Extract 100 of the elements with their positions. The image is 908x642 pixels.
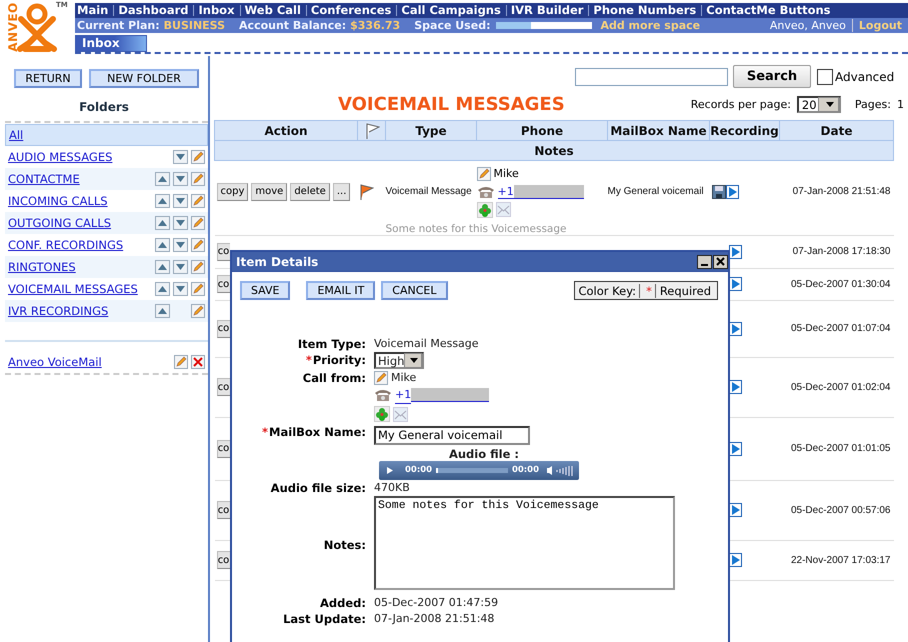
folder-link[interactable]: CONF. RECORDINGS — [8, 238, 124, 252]
email-button[interactable]: EMAIL IT — [306, 281, 376, 300]
search-field[interactable] — [575, 68, 728, 86]
column-header[interactable]: Recording — [710, 120, 780, 140]
folder-item[interactable]: RINGTONES — [5, 256, 208, 278]
column-header[interactable]: MailBox Name — [608, 120, 710, 140]
edit-icon[interactable] — [191, 282, 205, 296]
move-up-icon[interactable] — [155, 304, 170, 318]
play-icon[interactable] — [728, 322, 742, 336]
edit-icon[interactable] — [174, 355, 188, 369]
search-button[interactable]: Search — [733, 65, 811, 88]
nav-link[interactable]: Main — [75, 5, 114, 16]
nav-link[interactable]: IVR Builder — [506, 5, 588, 16]
row-action-button[interactable]: copy — [216, 182, 248, 201]
edit-icon[interactable] — [191, 194, 205, 208]
clover-icon[interactable] — [374, 406, 390, 422]
folder-item[interactable]: CONF. RECORDINGS — [5, 234, 208, 256]
folder-item[interactable]: VOICEMAIL MESSAGES — [5, 278, 208, 300]
edit-icon[interactable] — [191, 304, 205, 318]
priority-select[interactable]: High — [374, 352, 424, 369]
edit-icon[interactable] — [476, 166, 490, 181]
folder-item[interactable]: OUTGOING CALLS — [5, 212, 208, 234]
edit-icon[interactable] — [191, 172, 205, 186]
move-up-icon[interactable] — [155, 282, 170, 296]
envelope-icon[interactable] — [393, 406, 408, 422]
nav-link[interactable]: ContactMe Buttons — [701, 5, 836, 16]
folder-link[interactable]: All — [9, 128, 24, 142]
audio-player[interactable]: 00:00 00:00 — [379, 460, 579, 480]
folder-link[interactable]: INCOMING CALLS — [8, 194, 108, 208]
play-icon[interactable] — [728, 380, 742, 394]
column-header[interactable]: Action — [214, 120, 358, 140]
nav-link[interactable]: Inbox — [193, 5, 240, 16]
close-button[interactable] — [713, 254, 728, 268]
seek-track[interactable] — [436, 468, 508, 472]
move-up-icon[interactable] — [155, 172, 170, 186]
move-down-icon[interactable] — [173, 260, 188, 274]
save-button[interactable]: SAVE — [240, 281, 290, 300]
play-icon[interactable] — [728, 553, 742, 567]
row-action-button[interactable]: co — [216, 440, 230, 458]
row-action-button[interactable]: ... — [332, 182, 350, 201]
move-up-icon[interactable] — [155, 238, 170, 252]
new-folder-button[interactable]: NEW FOLDER — [89, 69, 199, 88]
minimize-button[interactable] — [697, 254, 712, 268]
advanced-checkbox[interactable] — [817, 68, 833, 84]
records-per-page-select[interactable]: 20 — [796, 96, 841, 113]
move-down-icon[interactable] — [173, 238, 188, 252]
envelope-icon[interactable] — [496, 202, 510, 218]
row-action-button[interactable]: co — [216, 551, 230, 569]
move-up-icon[interactable] — [155, 194, 170, 208]
column-header[interactable]: Type — [386, 120, 476, 140]
folder-link[interactable]: Anveo VoiceMail — [8, 355, 102, 369]
move-up-icon[interactable] — [155, 216, 170, 230]
move-down-icon[interactable] — [173, 194, 188, 208]
row-action-button[interactable]: co — [216, 378, 230, 396]
edit-icon[interactable] — [374, 370, 388, 384]
play-icon[interactable] — [728, 277, 742, 291]
clover-icon[interactable] — [476, 202, 492, 218]
play-icon[interactable] — [726, 184, 738, 199]
return-button[interactable]: RETURN — [14, 69, 82, 88]
nav-link[interactable]: Phone Numbers — [588, 5, 702, 16]
delete-icon[interactable] — [191, 355, 205, 369]
mailbox-name-field[interactable]: My General voicemail — [374, 426, 530, 444]
row-action-button[interactable]: co — [216, 501, 230, 519]
folder-link[interactable]: IVR RECORDINGS — [8, 304, 108, 318]
cancel-button[interactable]: CANCEL — [381, 281, 448, 300]
folder-link[interactable]: VOICEMAIL MESSAGES — [8, 282, 138, 296]
move-down-icon[interactable] — [173, 150, 188, 164]
nav-link[interactable]: Web Call — [240, 5, 306, 16]
folder-item[interactable]: INCOMING CALLS — [5, 190, 208, 212]
folder-link[interactable]: OUTGOING CALLS — [8, 216, 112, 230]
move-down-icon[interactable] — [173, 216, 188, 230]
folder-link[interactable]: RINGTONES — [8, 260, 76, 274]
edit-icon[interactable] — [191, 216, 205, 230]
folder-link[interactable]: CONTACTME — [8, 172, 80, 186]
row-action-button[interactable]: move — [251, 182, 288, 201]
play-icon[interactable] — [728, 244, 742, 258]
column-header[interactable]: Phone — [476, 120, 608, 140]
row-action-button[interactable]: co — [216, 242, 230, 260]
play-icon[interactable] — [728, 442, 742, 456]
move-up-icon[interactable] — [155, 260, 170, 274]
folder-item[interactable]: CONTACTME — [5, 168, 208, 190]
edit-icon[interactable] — [191, 150, 205, 164]
nav-link[interactable]: Call Campaigns — [396, 5, 506, 16]
row-action-button[interactable]: co — [216, 275, 230, 293]
page-number[interactable]: 1 — [897, 98, 904, 111]
nav-link[interactable]: Conferences — [306, 5, 396, 16]
nav-link[interactable]: Dashboard — [113, 5, 194, 16]
folder-item[interactable]: All — [5, 124, 208, 146]
move-down-icon[interactable] — [173, 282, 188, 296]
column-header[interactable]: Date — [780, 120, 894, 140]
row-action-button[interactable]: delete — [290, 182, 330, 201]
tab[interactable]: Inbox — [75, 35, 147, 52]
row-action-button[interactable]: co — [216, 320, 230, 338]
folder-link[interactable]: AUDIO MESSAGES — [8, 150, 112, 164]
folder-item[interactable]: IVR RECORDINGS — [5, 300, 208, 322]
play-icon[interactable] — [728, 503, 742, 517]
notes-field[interactable]: Some notes for this Voicemessage — [374, 496, 675, 590]
move-down-icon[interactable] — [173, 172, 188, 186]
edit-icon[interactable] — [191, 260, 205, 274]
folder-item[interactable]: AUDIO MESSAGES — [5, 146, 208, 168]
